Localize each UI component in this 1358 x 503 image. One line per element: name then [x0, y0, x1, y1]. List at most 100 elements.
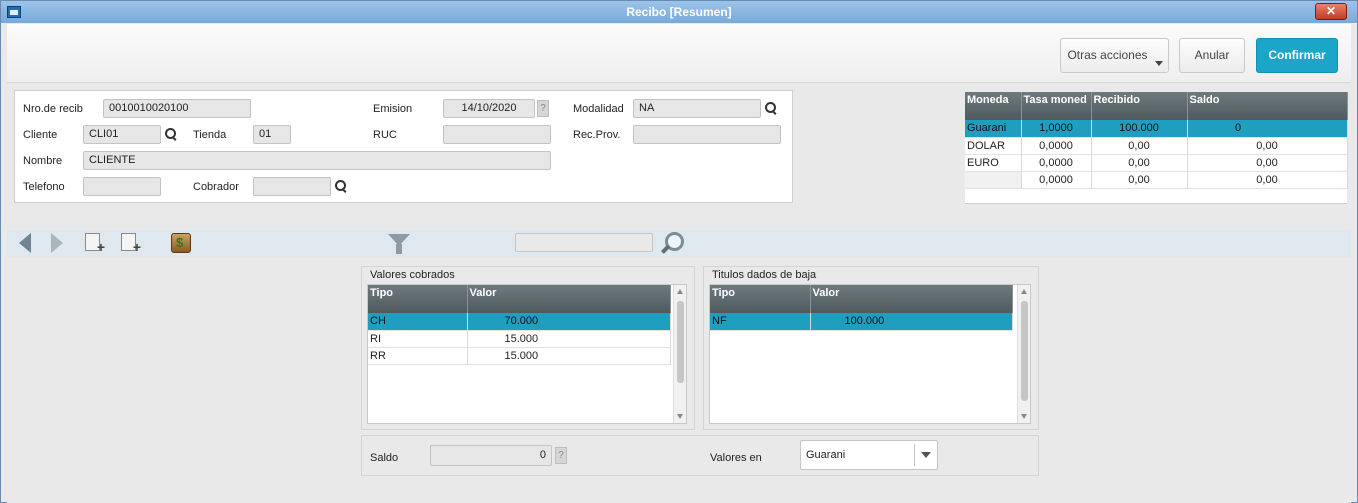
col-header-valor[interactable]: Valor — [810, 285, 1013, 313]
cell-tasa: 1,0000 — [1021, 120, 1092, 138]
emision-help-icon[interactable]: ? — [537, 100, 549, 117]
cell-moneda — [965, 171, 1022, 189]
saldo-panel: Saldo 0 ? Valores en Guarani — [361, 435, 1039, 476]
copy-document-icon — [121, 233, 141, 255]
cliente-field[interactable]: CLI01 — [83, 125, 161, 144]
table-row[interactable]: EURO 0,0000 0,00 0,00 — [965, 154, 1348, 172]
saldo-help-icon[interactable]: ? — [555, 447, 567, 464]
cell-moneda: EURO — [965, 154, 1022, 172]
modalidad-field[interactable]: NA — [633, 99, 761, 118]
cobrador-search-icon[interactable] — [335, 180, 347, 192]
cell-tipo: RI — [368, 330, 468, 348]
grid-toolbar — [7, 230, 1351, 257]
receipt-header-panel: Nro.de recib 0010010020100 Emision 14/10… — [14, 90, 793, 203]
cell-valor: 70.000 — [467, 313, 671, 331]
telefono-field[interactable] — [83, 177, 161, 196]
col-header-tipo[interactable]: Tipo — [710, 285, 811, 313]
col-header-recibido[interactable]: Recibido — [1091, 92, 1188, 120]
cell-saldo: 0,00 — [1187, 171, 1348, 189]
currency-table: Moneda Tasa moned Recibido Saldo Guarani… — [965, 92, 1348, 189]
action-bar: Otras acciones Anular Confirmar — [7, 24, 1351, 83]
table-row[interactable]: CH 70.000 — [368, 313, 671, 331]
valores-cobrados-scrollbar[interactable] — [673, 285, 686, 423]
cell-tipo: NF — [710, 313, 811, 331]
new-document-button[interactable] — [85, 233, 105, 255]
valores-en-select[interactable]: Guarani — [800, 440, 938, 470]
cliente-search-icon[interactable] — [165, 128, 177, 140]
scroll-up-icon[interactable] — [1021, 289, 1027, 294]
modalidad-label: Modalidad — [573, 103, 624, 115]
titulos-baja-table: Tipo Valor NF 100.000 — [710, 285, 1013, 331]
scroll-down-icon[interactable] — [1021, 414, 1027, 419]
cell-moneda: DOLAR — [965, 137, 1022, 155]
cell-recibido: 0,00 — [1091, 154, 1188, 172]
valores-en-label: Valores en — [710, 452, 762, 464]
confirmar-button[interactable]: Confirmar — [1256, 38, 1338, 73]
emision-field[interactable]: 14/10/2020 — [443, 99, 535, 118]
cell-tipo: CH — [368, 313, 468, 331]
col-header-tipo[interactable]: Tipo — [368, 285, 468, 313]
titulos-baja-scrollbar[interactable] — [1017, 285, 1030, 423]
cell-recibido: 0,00 — [1091, 171, 1188, 189]
table-row[interactable]: DOLAR 0,0000 0,00 0,00 — [965, 137, 1348, 155]
nro-recibo-label: Nro.de recib — [23, 103, 83, 115]
col-header-tasa[interactable]: Tasa moned — [1021, 92, 1092, 120]
cobrador-field[interactable] — [253, 177, 331, 196]
rec-prov-label: Rec.Prov. — [573, 129, 621, 141]
close-button[interactable]: ✕ — [1315, 3, 1347, 20]
nro-recibo-field[interactable]: 0010010020100 — [103, 99, 251, 118]
cell-valor: 15.000 — [467, 347, 671, 365]
col-header-valor[interactable]: Valor — [467, 285, 671, 313]
cell-moneda: Guarani — [965, 120, 1022, 138]
valores-en-value: Guarani — [806, 449, 846, 461]
nombre-label: Nombre — [23, 155, 63, 167]
ruc-field[interactable] — [443, 125, 551, 144]
table-row[interactable]: NF 100.000 — [710, 313, 1013, 331]
select-separator — [914, 444, 915, 466]
col-header-saldo[interactable]: Saldo — [1187, 92, 1348, 120]
otras-acciones-label: Otras acciones — [1067, 48, 1148, 62]
filter-icon — [388, 234, 410, 254]
previous-button[interactable] — [19, 233, 39, 253]
scroll-thumb[interactable] — [677, 301, 684, 383]
filter-button[interactable] — [388, 234, 410, 254]
cell-tasa: 0,0000 — [1021, 171, 1092, 189]
col-header-moneda[interactable]: Moneda — [965, 92, 1022, 120]
tienda-field[interactable]: 01 — [253, 125, 291, 144]
table-row[interactable]: Guarani 1,0000 100.000 0 — [965, 120, 1348, 138]
cell-valor: 100.000 — [810, 313, 1013, 331]
scroll-down-icon[interactable] — [677, 414, 683, 419]
tienda-label: Tienda — [193, 129, 227, 141]
payment-button[interactable] — [171, 233, 191, 253]
window-title: Recibo [Resumen] — [626, 5, 732, 19]
chevron-down-icon — [1155, 61, 1163, 66]
cobrador-label: Cobrador — [193, 181, 239, 193]
cell-saldo: 0 — [1187, 120, 1348, 138]
new-document-icon — [85, 233, 105, 255]
cell-tasa: 0,0000 — [1021, 154, 1092, 172]
otras-acciones-button[interactable]: Otras acciones — [1060, 38, 1169, 73]
arrow-left-icon — [19, 233, 31, 253]
rec-prov-field[interactable] — [633, 125, 781, 144]
table-row[interactable]: RI 15.000 — [368, 330, 671, 348]
toolbar-search-input[interactable] — [515, 233, 653, 252]
anular-button[interactable]: Anular — [1179, 38, 1245, 73]
lower-panel: Valores cobrados Tipo Valor CH 70.000 RI… — [7, 258, 1351, 503]
scroll-thumb[interactable] — [1021, 301, 1028, 401]
valores-cobrados-table: Tipo Valor CH 70.000 RI 15.000 RR 15.000 — [368, 285, 671, 365]
valores-cobrados-group: Valores cobrados Tipo Valor CH 70.000 RI… — [361, 266, 695, 430]
next-button[interactable] — [51, 233, 71, 253]
nombre-field[interactable]: CLIENTE — [83, 151, 551, 170]
saldo-field[interactable]: 0 — [430, 445, 552, 466]
table-row[interactable]: 0,0000 0,00 0,00 — [965, 171, 1348, 189]
cell-recibido: 0,00 — [1091, 137, 1188, 155]
table-row[interactable]: RR 15.000 — [368, 347, 671, 365]
copy-document-button[interactable] — [121, 233, 141, 255]
cell-tasa: 0,0000 — [1021, 137, 1092, 155]
title-bar: Recibo [Resumen] ✕ — [1, 1, 1357, 23]
modalidad-search-icon[interactable] — [765, 102, 777, 114]
scroll-up-icon[interactable] — [677, 289, 683, 294]
currency-table-panel: Moneda Tasa moned Recibido Saldo Guarani… — [965, 92, 1348, 204]
toolbar-search-icon[interactable] — [659, 232, 684, 254]
cell-tipo: RR — [368, 347, 468, 365]
